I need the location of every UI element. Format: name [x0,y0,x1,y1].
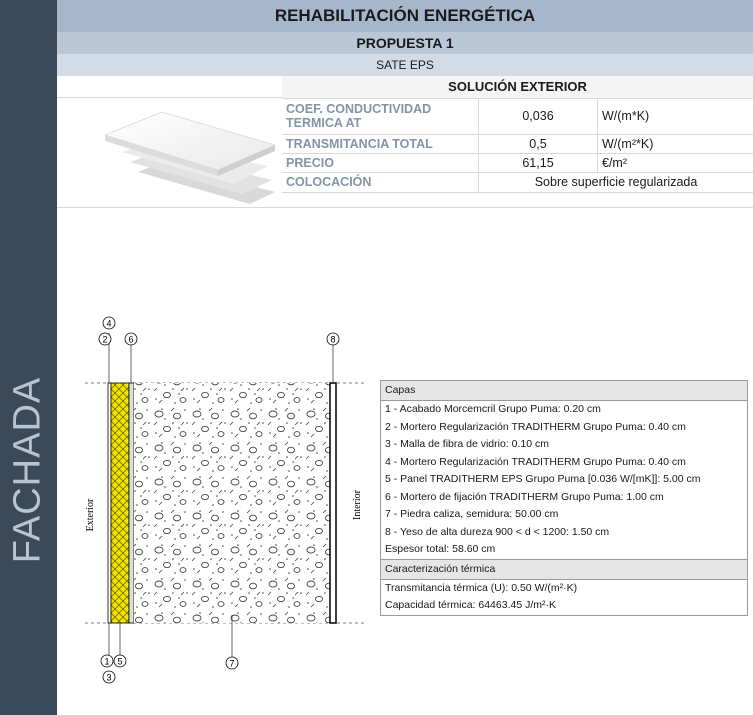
legend-layer: 2 - Mortero Regularización TRADITHERM Gr… [385,420,686,433]
marker-top: 8 [326,332,340,346]
table-row: COLOCACIÓN Sobre superficie regularizada [282,172,753,193]
property-value: 61,15 [478,153,598,173]
marker-top: 6 [124,332,138,346]
marker-bottom: 1 [100,654,114,668]
svg-text:7: 7 [229,659,234,669]
svg-text:4: 4 [106,319,111,329]
marker-bottom: 3 [102,670,116,684]
eps-panel-image [104,111,276,204]
legend-layer: 8 - Yeso de alta dureza 900 < d < 1200: … [385,525,610,538]
page-title: REHABILITACIÓN ENERGÉTICA [57,0,753,32]
system-title: SATE EPS [57,54,753,76]
marker-top: 4 [102,316,116,330]
svg-text:5: 5 [117,657,122,667]
svg-text:6: 6 [128,335,133,345]
legend-layer: 6 - Mortero de fijación TRADITHERM Grupo… [385,490,664,503]
properties-table: COEF. CONDUCTIVIDAD TERMICA AT 0,036 W/(… [282,98,753,193]
property-unit: €/m² [597,153,753,173]
legend-layer: 3 - Malla de fibra de vidrio: 0.10 cm [385,438,549,450]
svg-text:1: 1 [104,657,109,667]
legend-thermal-header: Caracterización térmica [381,558,747,580]
legend-total: Espesor total: 58.60 cm [385,543,496,555]
table-row: COEF. CONDUCTIVIDAD TERMICA AT 0,036 W/(… [282,98,753,135]
svg-text:2: 2 [102,335,107,345]
svg-text:3: 3 [106,673,111,683]
property-unit: W/(m²*K) [597,134,753,154]
legend-thermal: Capacidad térmica: 64463.45 J/m²·K [385,599,556,611]
wall-section-diagram: 4 2 6 8 1 5 3 7 Exterior Interior [85,316,365,684]
property-label: COLOCACIÓN [282,172,479,193]
legend-layer: 1 - Acabado Morcemcril Grupo Puma: 0.20 … [385,403,601,415]
property-value: 0,5 [478,134,598,154]
layers-legend: Capas 1 - Acabado Morcemcril Grupo Puma:… [380,380,748,616]
property-label: PRECIO [282,153,479,173]
property-value: Sobre superficie regularizada [478,172,753,193]
svg-text:8: 8 [330,335,335,345]
sidebar-label: FACHADA [6,376,49,564]
marker-top: 2 [98,332,112,346]
proposal-title: PROPUESTA 1 [57,32,753,54]
legend-layer: 5 - Panel TRADITHERM EPS Grupo Puma [0.0… [385,473,701,485]
property-label: TRANSMITANCIA TOTAL [282,134,479,154]
table-row: PRECIO 61,15 €/m² [282,153,753,173]
property-value: 0,036 [478,98,598,135]
section-title: SOLUCIÓN EXTERIOR [282,76,753,99]
interior-label: Interior [352,489,363,520]
property-label: COEF. CONDUCTIVIDAD TERMICA AT [282,98,479,135]
marker-bottom: 7 [225,656,239,670]
exterior-label: Exterior [85,498,96,531]
property-unit: W/(m*K) [597,98,753,135]
sidebar-band: FACHADA [0,0,57,715]
legend-layer: 7 - Piedra caliza, semidura: 50.00 cm [385,508,559,520]
legend-thermal: Transmitancia térmica (U): 0.50 W/(m²·K) [385,581,578,594]
marker-bottom: 5 [113,654,127,668]
legend-header: Capas [381,381,747,401]
table-row: TRANSMITANCIA TOTAL 0,5 W/(m²*K) [282,134,753,154]
legend-layer: 4 - Mortero Regularización TRADITHERM Gr… [385,455,686,468]
divider [57,207,753,208]
divider [57,97,282,98]
